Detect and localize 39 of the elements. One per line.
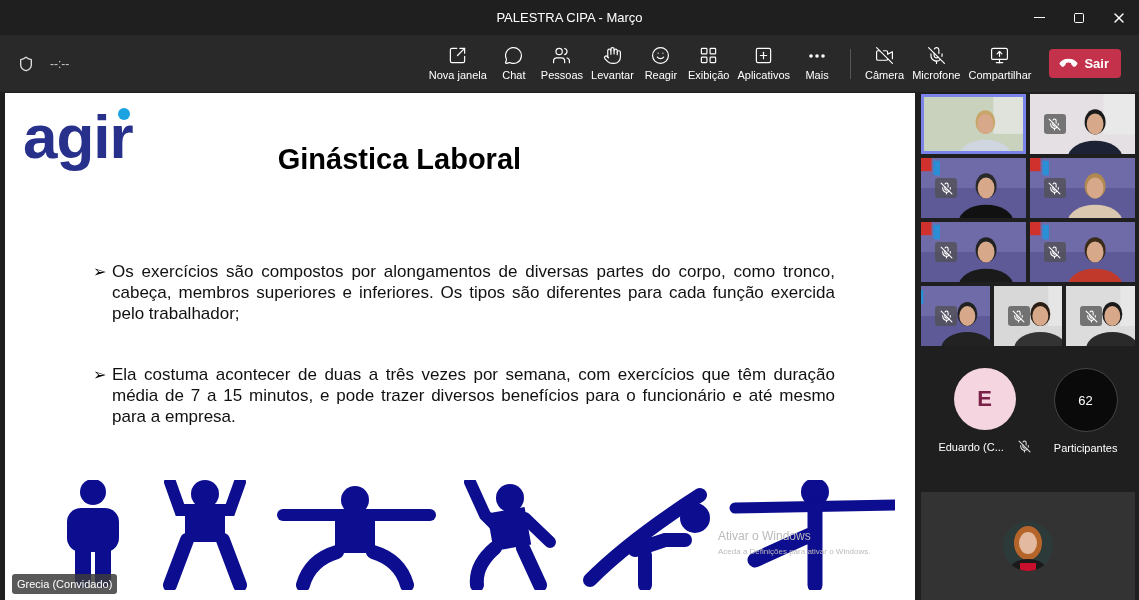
bullet-text: Ela costuma acontecer de duas a três vezes por semana, com exercícios que têm duração média de 7 a 15 minutos, e pode trazer diversos benefícios para o funcionário e até mesmo para a empresa.	[112, 364, 835, 427]
more-button[interactable]: Mais	[794, 46, 841, 81]
presenter-label: Grecia (Convidado)	[12, 574, 118, 594]
mic-button[interactable]: Microfone	[908, 46, 965, 81]
bullet-marker: ➢	[93, 262, 106, 282]
grid-icon	[699, 46, 719, 65]
participant-name: Eduardo (C...	[938, 440, 1004, 453]
share-button[interactable]: Compartilhar	[964, 46, 1036, 81]
popout-button[interactable]: Nova janela	[424, 46, 491, 81]
more-icon	[809, 53, 826, 58]
hand-icon	[602, 46, 622, 65]
meeting-timer: --:--	[50, 56, 70, 71]
react-button[interactable]: Reagir	[637, 46, 684, 81]
window-title: PALESTRA CIPA - Março	[496, 10, 643, 25]
participant-count[interactable]: 62	[1053, 368, 1118, 432]
participants-label: Participantes	[1053, 442, 1118, 454]
slide-title: Ginástica Laboral	[277, 143, 522, 176]
maximize-icon	[1073, 11, 1085, 24]
plus-square-icon	[754, 46, 774, 65]
camera-button[interactable]: Câmera	[861, 46, 909, 81]
apps-button[interactable]: Aplicativos	[733, 46, 795, 81]
shield-icon	[18, 55, 34, 72]
avatar-initial: E	[953, 368, 1016, 430]
popout-icon	[448, 46, 468, 65]
view-button[interactable]: Exibição	[683, 46, 734, 81]
hand-button[interactable]: Levantar	[587, 46, 638, 81]
smiley-icon	[651, 46, 671, 65]
people-icon	[552, 46, 572, 65]
chat-button[interactable]: Chat	[490, 46, 537, 81]
share-screen-icon	[990, 46, 1010, 65]
minimize-icon	[1033, 17, 1045, 18]
chat-icon	[504, 46, 524, 65]
people-button[interactable]: Pessoas	[536, 46, 588, 81]
microphone-icon	[926, 46, 946, 65]
leave-button[interactable]: Sair	[1049, 49, 1121, 78]
bullet-marker: ➢	[93, 365, 106, 385]
bullet-text: Os exercícios são compostos por alongamentos de diversas partes do corpo, como tronco, cabeça, membros superiores e inferiores. Os tipos são diferentes para cada função exercida pelo trabalhador;	[112, 261, 835, 324]
logo: agir	[23, 101, 133, 172]
camera-icon	[875, 46, 895, 65]
